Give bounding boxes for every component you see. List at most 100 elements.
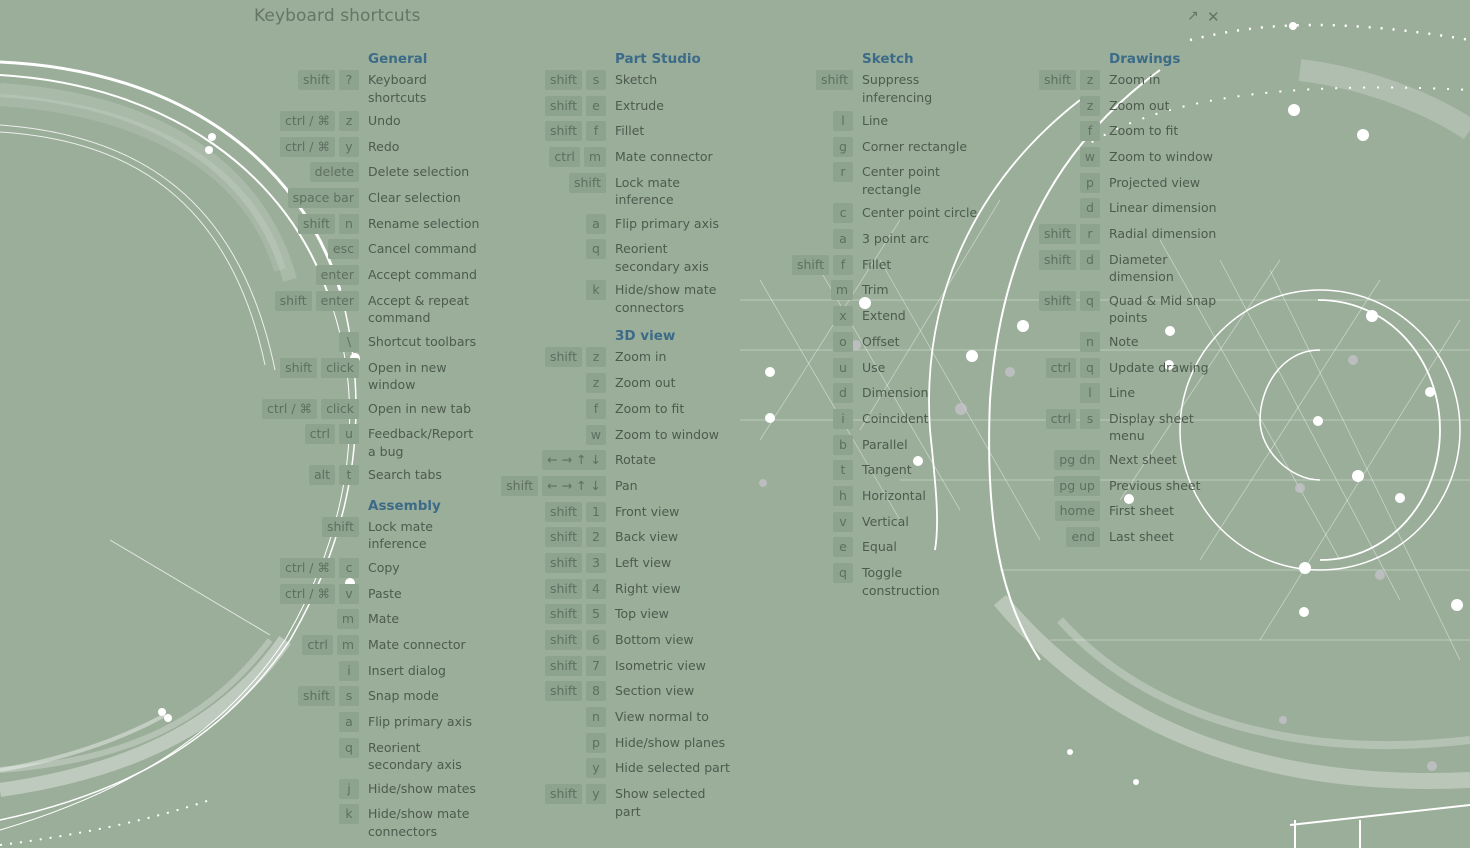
shortcut-keys: shift ← → ↑ ↓: [447, 475, 606, 496]
shortcut-label: Next sheet: [1109, 451, 1177, 467]
shortcut-row: z Zoom out: [941, 95, 1231, 122]
close-icon[interactable]: ✕: [1207, 8, 1220, 26]
shortcut-label: Hide/show planes: [615, 734, 726, 750]
key-cap: ctrl / ⌘: [279, 111, 335, 131]
key-cap: r: [833, 162, 853, 183]
shortcut-keys: shift s: [447, 70, 606, 90]
shortcut-keys: shift 2: [447, 527, 606, 548]
key-cap: v: [833, 511, 853, 532]
shortcut-keys: shift s: [200, 686, 359, 707]
key-cap: a: [339, 712, 359, 732]
key-cap: 7: [586, 655, 606, 676]
shortcut-label: Previous sheet: [1109, 477, 1201, 493]
shortcut-keys: d: [941, 198, 1100, 219]
shortcut-label: Note: [1109, 333, 1139, 349]
shortcut-keys: m: [694, 280, 853, 301]
key-cap: y: [339, 136, 359, 157]
shortcut-row: y Hide selected part: [447, 758, 737, 784]
shortcut-label: Line: [1109, 385, 1136, 401]
key-cap: ctrl / ⌘: [262, 398, 318, 419]
shortcut-label: Display sheet menu: [1109, 410, 1194, 444]
shortcut-keys: pg dn: [941, 449, 1100, 470]
shortcut-label: Bottom view: [615, 632, 694, 647]
shortcut-label: Diameter dimension: [1109, 251, 1174, 285]
key-cap: q: [339, 737, 359, 758]
shortcut-keys: h: [694, 485, 853, 506]
shortcut-label: Last sheet: [1109, 528, 1174, 544]
shortcut-label: Hide selected part: [615, 760, 730, 776]
shortcut-keys: end: [941, 526, 1100, 547]
shortcut-row: l Line: [941, 383, 1231, 409]
key-cap: shift: [1039, 290, 1076, 311]
key-cap: a: [586, 213, 606, 234]
key-cap: f: [586, 398, 606, 419]
shortcut-keys: w: [447, 424, 606, 445]
shortcut-keys: i: [200, 660, 359, 681]
shortcut-keys: shift 3: [447, 552, 606, 573]
key-cap: s: [586, 70, 606, 90]
key-cap: w: [1079, 147, 1100, 168]
shortcut-row: ctrl q Update drawing: [941, 357, 1231, 384]
shortcut-keys: w: [941, 147, 1100, 168]
shortcut-keys: p: [941, 172, 1100, 193]
key-cap: home: [1054, 501, 1100, 522]
key-cap: 3: [586, 552, 606, 573]
shortcut-keys: b: [694, 434, 853, 455]
key-cap: b: [833, 434, 853, 455]
shortcut-keys: t: [694, 460, 853, 481]
shortcut-keys: ctrl / ⌘ y: [200, 136, 359, 157]
shortcut-row: shift r Radial dimension: [941, 224, 1231, 250]
shortcut-keys: ctrl m: [200, 634, 359, 655]
shortcut-keys: ctrl / ⌘ v: [200, 583, 359, 604]
shortcut-row: shift y Show selected part: [447, 784, 737, 825]
shortcut-keys: ctrl m: [447, 147, 606, 168]
key-cap: ← → ↑ ↓: [542, 450, 606, 471]
key-cap: 5: [586, 604, 606, 625]
key-cap: t: [833, 460, 853, 481]
shortcut-row: pg dn Next sheet: [941, 449, 1231, 476]
shortcut-keys: q: [694, 563, 853, 583]
shortcut-keys: shift q: [941, 290, 1100, 311]
key-cap: z: [586, 347, 606, 368]
key-cap: y: [586, 784, 606, 805]
shortcut-keys: shift: [447, 172, 606, 193]
key-cap: shift: [1039, 70, 1076, 90]
key-cap: ← → ↑ ↓: [542, 475, 606, 496]
key-cap: shift: [322, 516, 359, 537]
key-cap: q: [1080, 357, 1100, 378]
shortcut-label: Zoom to window: [1109, 149, 1213, 165]
key-cap: v: [339, 583, 359, 604]
shortcut-row: pg up Previous sheet: [941, 475, 1231, 502]
shortcut-keys: shift f: [447, 121, 606, 142]
shortcut-row: p Hide/show planes: [447, 732, 737, 759]
key-cap: x: [833, 306, 853, 327]
shortcut-keys: ctrl u: [200, 424, 359, 445]
shortcut-keys: esc: [200, 239, 359, 260]
key-cap: ctrl: [1045, 357, 1076, 378]
shortcut-keys: f: [941, 121, 1100, 142]
key-cap: t: [339, 465, 359, 486]
key-cap: s: [1080, 408, 1100, 429]
key-cap: 6: [586, 630, 606, 650]
shortcut-row: p Projected view: [941, 172, 1231, 199]
key-cap: i: [833, 408, 853, 429]
shortcut-keys: q: [447, 239, 606, 260]
shortcut-row: shift 8 Section view: [447, 681, 737, 707]
shortcut-keys: ctrl / ⌘ c: [200, 557, 359, 578]
shortcut-keys: ctrl / ⌘ click: [200, 398, 359, 419]
section-title: Drawings: [1109, 51, 1181, 67]
shortcut-label: View normal to: [615, 709, 709, 725]
key-cap: shift: [545, 681, 582, 702]
key-cap: w: [585, 424, 606, 445]
key-cap: click: [321, 357, 359, 378]
key-cap: shift: [280, 357, 318, 378]
shortcut-keys: space bar: [200, 188, 359, 209]
key-cap: f: [586, 121, 606, 142]
shortcut-keys: e: [694, 537, 853, 558]
shortcut-keys: shift enter: [200, 290, 359, 311]
key-cap: m: [583, 147, 606, 168]
key-cap: 1: [586, 501, 606, 522]
shortcut-row: ctrl s Display sheet menu: [941, 408, 1231, 450]
expand-icon[interactable]: ↗: [1187, 8, 1199, 24]
shortcut-keys: shift 6: [447, 630, 606, 650]
